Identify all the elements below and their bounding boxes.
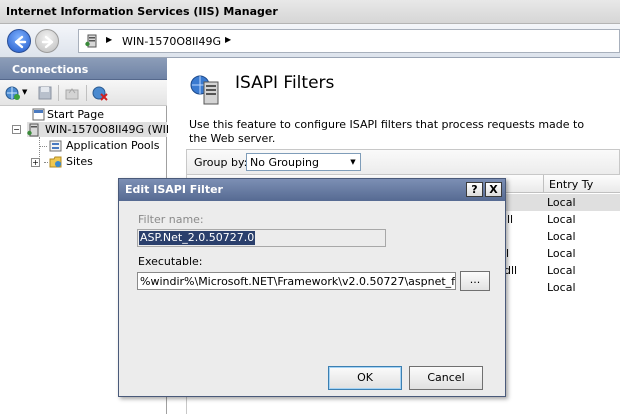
sites-folder-icon [49,156,62,168]
group-by-bar: Group by: No Grouping ▼ [186,149,620,175]
column-header-entry-type[interactable]: Entry Ty [549,178,593,191]
tree-line [44,162,48,163]
page-title: ISAPI Filters [235,73,335,93]
toolbar-divider [58,85,59,101]
up-level-icon[interactable] [64,85,80,101]
server-icon [27,123,39,137]
connections-toolbar: ▼ [0,80,167,106]
close-button[interactable]: X [485,182,502,197]
collapse-icon[interactable]: − [12,125,21,134]
breadcrumb-separator-icon[interactable]: ▶ [225,35,231,44]
filter-name-field[interactable]: ASP.Net_2.0.50727.0 [137,229,386,247]
application-pools-icon [49,140,62,152]
cell-entry-type: Local [547,264,576,277]
cell-entry-type: Local [547,213,576,226]
back-button[interactable] [7,29,31,53]
disconnect-icon[interactable] [92,85,108,101]
group-by-value: No Grouping [250,156,319,169]
toolbar-divider [86,85,87,101]
filter-name-value: ASP.Net_2.0.50727.0 [139,231,256,245]
browse-button[interactable]: ... [460,271,490,291]
save-icon[interactable] [37,85,53,101]
edit-isapi-filter-dialog: Edit ISAPI Filter ? X Filter name: ASP.N… [118,178,506,397]
ok-button[interactable]: OK [328,366,402,390]
tree-item-start-page[interactable]: Start Page [32,108,162,123]
executable-field[interactable]: %windir%\Microsoft.NET\Framework\v2.0.50… [137,272,456,290]
cell-entry-type: Local [547,230,576,243]
tree-item-sites[interactable]: Sites [49,155,167,170]
tree-item-application-pools[interactable]: Application Pools [49,139,167,154]
breadcrumb-separator-icon[interactable]: ▶ [106,35,112,44]
executable-label: Executable: [138,255,203,268]
address-bar: ▶ WIN-1570O8II49G ▶ [0,24,620,58]
cell-entry-type: Local [547,281,576,294]
chevron-down-icon[interactable]: ▼ [22,88,27,96]
tree-label-start-page: Start Page [47,108,104,121]
cell-entry-type: Local [547,196,576,209]
column-divider[interactable] [543,175,544,193]
address-box[interactable]: ▶ WIN-1570O8II49G ▶ [78,29,620,53]
group-by-label: Group by: [194,156,248,169]
help-button[interactable]: ? [466,182,483,197]
cell-entry-type: Local [547,247,576,260]
tree-label-server: WIN-1570O8II49G (WIN [45,123,175,136]
chevron-down-icon[interactable]: ▼ [346,154,360,170]
page-description: Use this feature to configure ISAPI filt… [189,118,585,145]
start-page-icon [32,108,45,121]
forward-button[interactable] [35,29,59,53]
executable-value: %windir%\Microsoft.NET\Framework\v2.0.50… [140,275,456,288]
window-title: Internet Information Services (IIS) Mana… [6,5,278,18]
connections-header: Connections [0,58,167,80]
arrow-right-icon [41,35,54,49]
tree-label-sites: Sites [66,155,93,168]
group-by-select[interactable]: No Grouping ▼ [246,153,361,171]
expand-icon[interactable]: + [31,158,40,167]
cancel-button[interactable]: Cancel [409,366,483,390]
tree-line [39,146,47,147]
dialog-titlebar[interactable]: Edit ISAPI Filter ? X [119,179,505,201]
window-titlebar: Internet Information Services (IIS) Mana… [0,0,620,24]
dialog-title: Edit ISAPI Filter [125,183,223,196]
tree-item-server[interactable]: WIN-1570O8II49G (WIN [27,122,174,137]
isapi-filters-icon [190,75,219,105]
connect-globe-icon[interactable] [5,85,21,101]
server-icon [85,34,97,48]
filter-name-label: Filter name: [138,213,204,226]
tree-label-application-pools: Application Pools [66,139,160,152]
breadcrumb-server[interactable]: WIN-1570O8II49G [122,35,221,48]
connections-title: Connections [12,63,89,76]
arrow-left-icon [14,35,27,49]
